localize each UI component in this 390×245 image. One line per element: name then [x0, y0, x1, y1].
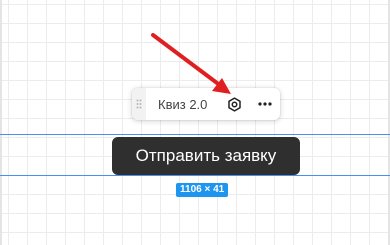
more-horizontal-icon [258, 102, 272, 106]
block-name-label: Квиз 2.0 [158, 96, 208, 112]
selection-guide-bottom [0, 175, 390, 176]
gear-icon [227, 96, 241, 112]
drag-dots-icon [136, 99, 142, 109]
annotation-arrow [151, 33, 231, 94]
size-badge: 1106 × 41 [176, 183, 229, 197]
block-more-button[interactable] [253, 92, 277, 116]
drag-handle[interactable] [132, 88, 146, 120]
submit-request-button[interactable]: Отправить заявку [112, 137, 300, 175]
editor-canvas: Квиз 2.0 Отправить заявку 1106 × 41 [0, 0, 390, 245]
canvas-left-edge [0, 0, 2, 245]
selection-guide-top [0, 134, 390, 135]
block-toolbar: Квиз 2.0 [132, 88, 280, 120]
block-settings-button[interactable] [222, 92, 246, 116]
